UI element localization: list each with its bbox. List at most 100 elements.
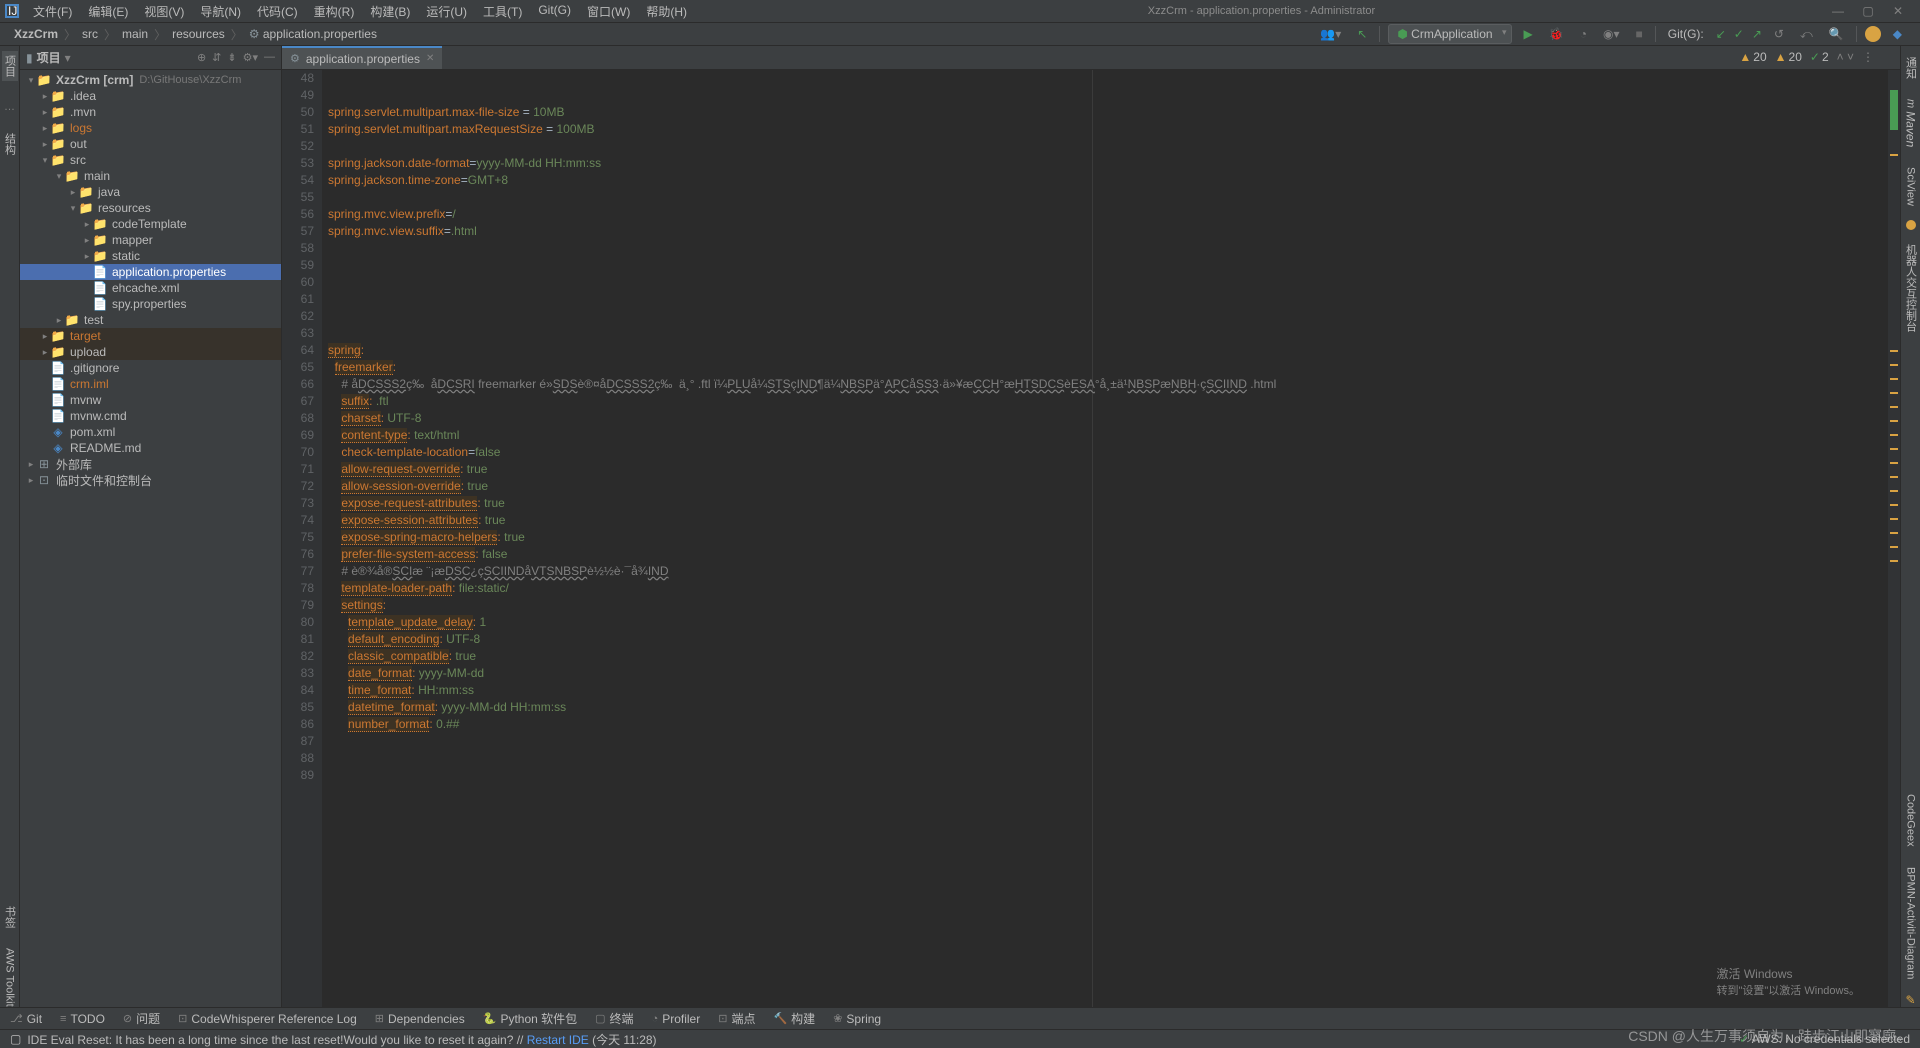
tree-row[interactable]: 📄spy.properties [20,296,281,312]
tree-row[interactable]: ▸📁upload [20,344,281,360]
left-tab-bookmarks[interactable]: 书签 [2,906,18,928]
run-config-dropdown[interactable]: ⬢ CrmApplication [1388,24,1511,44]
tree-row[interactable]: ▸📁codeTemplate [20,216,281,232]
tree-row[interactable]: ▸📁target [20,328,281,344]
bottom-tab[interactable]: ⊞Dependencies [375,1012,465,1026]
editor-tab[interactable]: ⚙ application.properties ✕ [282,46,442,69]
breadcrumb-item[interactable]: main [118,27,152,41]
tree-row[interactable]: 📄mvnw.cmd [20,408,281,424]
tree-row[interactable]: ▸⊡临时文件和控制台 [20,472,281,488]
tree-row[interactable]: 📄.gitignore [20,360,281,376]
menu-item[interactable]: 构建(B) [364,1,416,22]
right-tab-maven[interactable]: m Maven [1904,93,1918,153]
minimize-button[interactable]: — [1830,3,1846,19]
folder-orange-icon: 📁 [50,345,66,359]
left-tab-project[interactable]: 项目 [2,51,18,81]
menu-item[interactable]: 文件(F) [27,1,78,22]
left-tab-aws[interactable]: AWS Toolkit [4,948,16,1007]
tree-row[interactable]: ▸📁.mvn [20,104,281,120]
profile-button[interactable]: ◉▾ [1599,25,1624,43]
tree-row[interactable]: ▸📁out [20,136,281,152]
bottom-tab[interactable]: ⊡CodeWhisperer Reference Log [178,1012,357,1026]
tree-row[interactable]: 📄ehcache.xml [20,280,281,296]
inspection-bar[interactable]: ▲20 ▲20 ✓2 ˄ ˅ ⋮ [1739,50,1874,64]
right-tab-robot[interactable]: 机器人交互控制台 [1903,238,1919,338]
folder-orange-icon: 📁 [78,201,94,215]
menu-item[interactable]: 重构(R) [308,1,361,22]
tree-row[interactable]: ▾📁XzzCrm [crm]D:\GitHouse\XzzCrm [20,72,281,88]
menu-item[interactable]: 运行(U) [420,1,473,22]
left-tab-structure[interactable]: 结构 [2,133,18,155]
breadcrumb-item[interactable]: resources [168,27,229,41]
search-icon[interactable]: 🔍 [1825,25,1848,43]
branch-icon[interactable]: ↖ [1353,25,1371,43]
tree-label: 外部库 [56,456,92,473]
right-tab-codegeex[interactable]: CodeGeex [1905,788,1917,853]
select-file-icon[interactable]: ⊕ [197,51,206,64]
right-tab-notifications[interactable]: 通知 [1903,51,1919,85]
rollback-icon[interactable]: ⤺ [1796,25,1817,44]
expand-icon[interactable]: ⇵ [212,51,221,64]
menu-item[interactable]: 工具(T) [477,1,528,22]
close-button[interactable]: ✕ [1890,3,1906,19]
maximize-button[interactable]: ▢ [1860,3,1876,19]
bottom-tab[interactable]: ◔Profiler [652,1012,701,1026]
commit-icon[interactable]: ✓ [1734,27,1744,41]
users-icon[interactable]: 👥▾ [1316,25,1345,43]
menu-item[interactable]: Git(G) [532,1,577,22]
tree-row[interactable]: ▸📁.idea [20,88,281,104]
tree-row[interactable]: ▸📁java [20,184,281,200]
push-icon[interactable]: ↗ [1752,27,1762,41]
update-icon[interactable]: ↙ [1716,27,1726,41]
file-icon: 📄 [92,281,108,295]
tree-row[interactable]: 📄application.properties [20,264,281,280]
project-tree[interactable]: ▾📁XzzCrm [crm]D:\GitHouse\XzzCrm▸📁.idea▸… [20,70,281,1007]
tree-row[interactable]: ▸📁static [20,248,281,264]
status-icon[interactable]: ▢ [10,1032,21,1046]
bottom-tab[interactable]: ⎇Git [10,1012,42,1026]
tree-row[interactable]: ▾📁main [20,168,281,184]
settings-icon[interactable]: ◆ [1889,25,1906,43]
run-button[interactable]: ▶ [1520,25,1537,43]
aws-status[interactable]: ✓ AWS: No credentials selected [1739,1032,1910,1046]
right-tab-bpmn[interactable]: BPMN-Activiti-Diagram [1905,861,1917,985]
history-icon[interactable]: ↺ [1770,25,1788,43]
debug-button[interactable]: 🐞 [1545,25,1568,43]
tree-row[interactable]: ▾📁resources [20,200,281,216]
restart-link[interactable]: Restart IDE [527,1033,589,1047]
tree-row[interactable]: ▸⊞外部库 [20,456,281,472]
right-tab-sciview[interactable]: SciView [1905,161,1917,212]
collapse-icon[interactable]: ⇟ [227,51,236,64]
bottom-tab[interactable]: 🔨构建 [773,1010,815,1027]
menu-item[interactable]: 窗口(W) [581,1,636,22]
bottom-tab[interactable]: ▢终端 [595,1010,633,1027]
menu-item[interactable]: 视图(V) [138,1,190,22]
breadcrumb-item[interactable]: XzzCrm [10,27,62,41]
breadcrumb-item[interactable]: src [78,27,102,41]
hide-icon[interactable]: — [264,51,275,64]
bottom-tab[interactable]: ⊡端点 [718,1010,755,1027]
stop-button[interactable]: ■ [1631,25,1646,43]
bottom-tab[interactable]: ≡TODO [60,1012,105,1026]
tree-row[interactable]: ▾📁src [20,152,281,168]
tree-row[interactable]: ◈README.md [20,440,281,456]
bottom-tab[interactable]: ❀Spring [833,1012,881,1026]
gear-icon[interactable]: ⚙▾ [243,51,258,64]
close-icon[interactable]: ✕ [426,53,434,64]
code-editor[interactable]: 4849505152535455565758596061626364656667… [282,70,1900,1007]
avatar-icon[interactable] [1865,26,1881,42]
bottom-tab[interactable]: ⊘问题 [123,1010,160,1027]
menu-item[interactable]: 导航(N) [194,1,247,22]
tree-row[interactable]: 📄crm.iml [20,376,281,392]
tree-row[interactable]: ▸📁mapper [20,232,281,248]
menu-item[interactable]: 代码(C) [251,1,304,22]
breadcrumb-item[interactable]: ⚙ application.properties [245,27,381,41]
tree-row[interactable]: ◈pom.xml [20,424,281,440]
tree-row[interactable]: 📄mvnw [20,392,281,408]
menu-item[interactable]: 帮助(H) [640,1,693,22]
coverage-button[interactable]: ◔ [1576,25,1591,43]
menu-item[interactable]: 编辑(E) [82,1,134,22]
bottom-tab[interactable]: 🐍Python 软件包 [483,1010,577,1027]
tree-row[interactable]: ▸📁logs [20,120,281,136]
tree-row[interactable]: ▸📁test [20,312,281,328]
